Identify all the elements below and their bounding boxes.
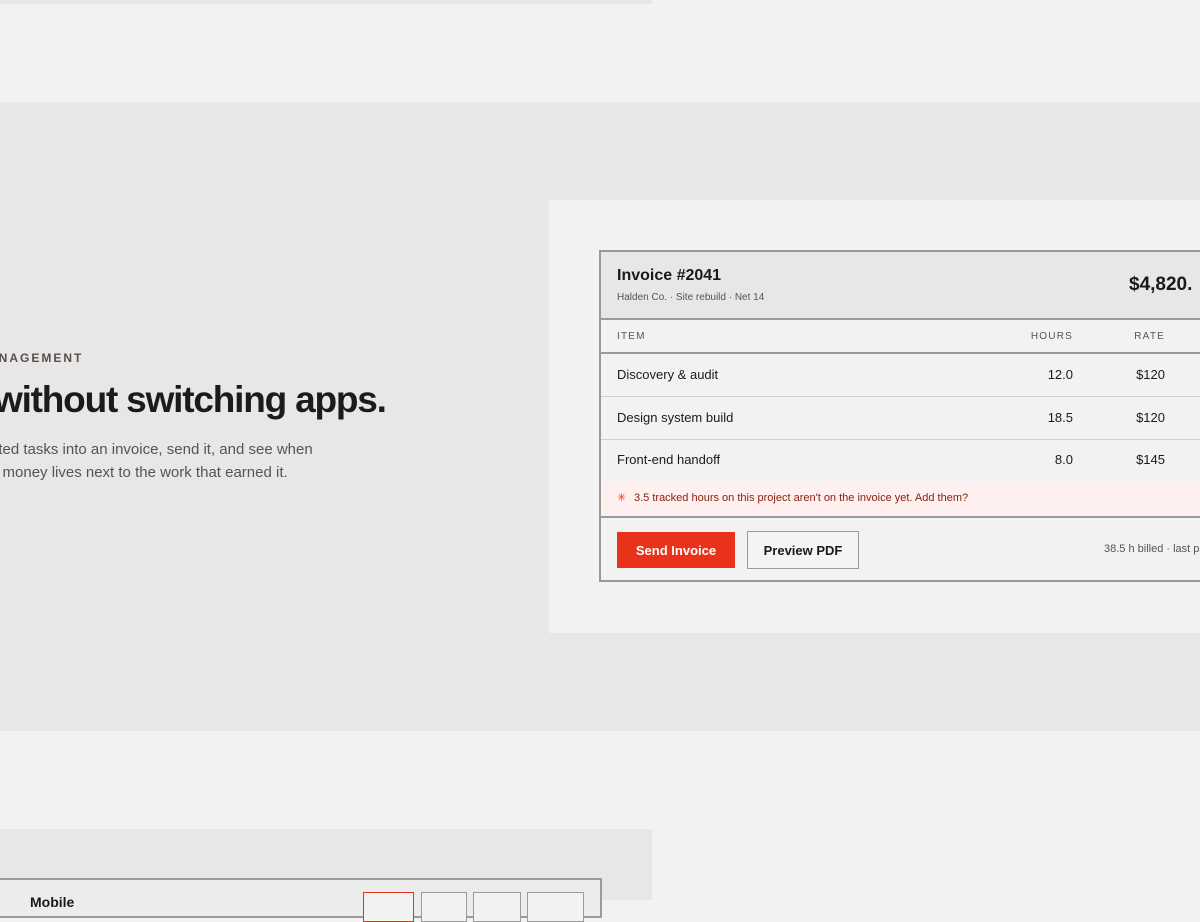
- description-line-2: e money lives next to the work that earn…: [0, 464, 288, 481]
- next-section-card: Mobile: [0, 878, 602, 922]
- description-line-1: eted tasks into an invoice, send it, and…: [0, 441, 313, 458]
- unbilled-hours-alert[interactable]: ✳ 3.5 tracked hours on this project aren…: [601, 481, 1200, 518]
- table-row: Design system build 18.5 $120: [601, 397, 1200, 440]
- row-hours: 18.5: [1047, 410, 1073, 425]
- row-rate: $120: [1136, 367, 1165, 382]
- billing-summary: 38.5 h billed · last pa: [1104, 543, 1200, 555]
- asterisk-icon: ✳: [617, 492, 627, 504]
- invoice-meta: Halden Co. · Site rebuild · Net 14: [617, 292, 765, 303]
- column-header-item: ITEM: [617, 331, 646, 342]
- column-header-hours: HOURS: [1030, 331, 1073, 342]
- invoice-header: Invoice #2041 Halden Co. · Site rebuild …: [601, 252, 1200, 320]
- send-invoice-button[interactable]: Send Invoice: [617, 532, 735, 568]
- segment-option[interactable]: [527, 892, 584, 922]
- section-headline: without switching apps.: [0, 379, 387, 420]
- invoice-title: Invoice #2041: [617, 267, 722, 284]
- table-row: Discovery & audit 12.0 $120: [601, 354, 1200, 397]
- row-item: Design system build: [617, 410, 734, 425]
- invoice-card: Invoice #2041 Halden Co. · Site rebuild …: [599, 250, 1200, 582]
- row-hours: 8.0: [1054, 452, 1073, 467]
- row-item: Discovery & audit: [617, 367, 719, 382]
- next-card-title: Mobile: [30, 894, 75, 910]
- row-rate: $145: [1136, 452, 1165, 467]
- column-header-rate: RATE: [1134, 331, 1165, 342]
- row-item: Front-end handoff: [617, 452, 721, 467]
- previous-section-edge: [0, 0, 652, 4]
- preview-pdf-button[interactable]: Preview PDF: [747, 531, 859, 569]
- table-header: ITEM HOURS RATE: [601, 320, 1200, 354]
- row-rate: $120: [1136, 410, 1165, 425]
- table-row: Front-end handoff 8.0 $145: [601, 439, 1200, 481]
- row-hours: 12.0: [1047, 367, 1073, 382]
- segment-option-active[interactable]: [363, 892, 414, 922]
- section-eyebrow: ANAGEMENT: [0, 351, 84, 365]
- segment-option[interactable]: [421, 892, 467, 922]
- invoice-total: $4,820.: [1129, 274, 1193, 295]
- section-description: eted tasks into an invoice, send it, and…: [0, 438, 350, 484]
- alert-text: 3.5 tracked hours on this project aren't…: [634, 492, 969, 504]
- segment-option[interactable]: [473, 892, 521, 922]
